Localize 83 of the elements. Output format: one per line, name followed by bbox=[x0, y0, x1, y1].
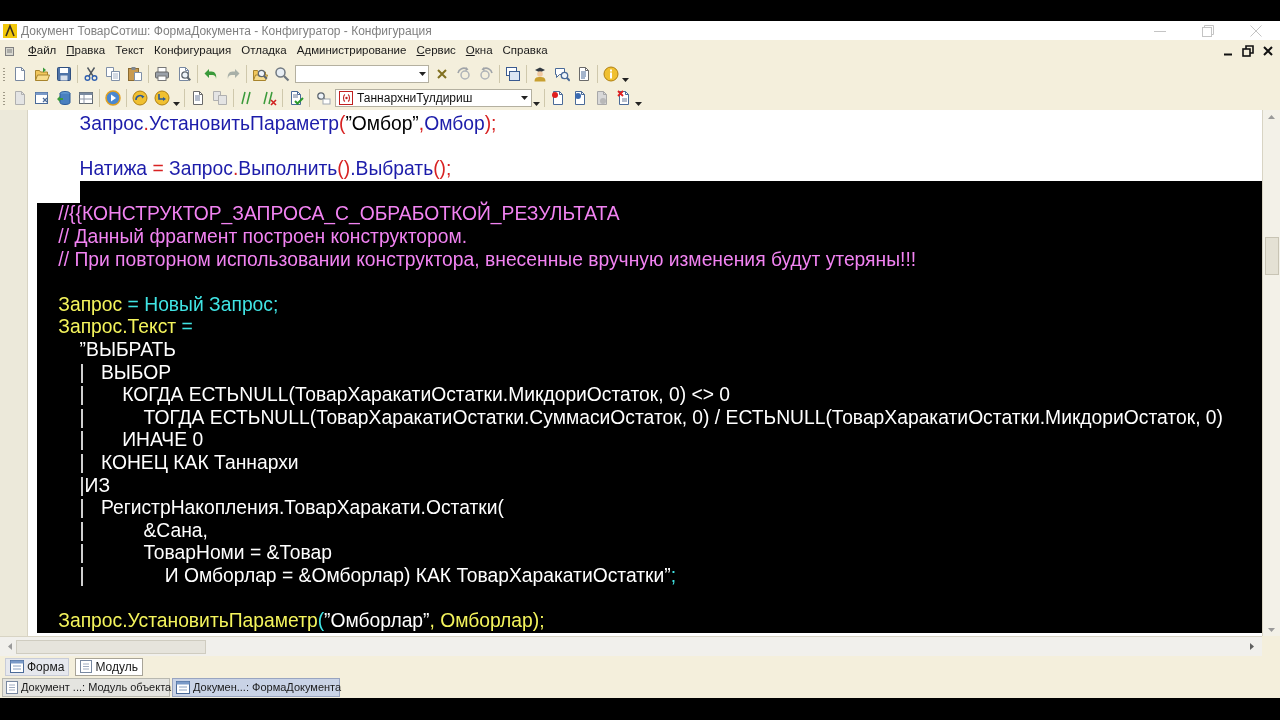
menu-item[interactable]: Справка bbox=[497, 41, 553, 61]
menu-item[interactable]: Сервис bbox=[411, 41, 461, 61]
document-menu-icon[interactable] bbox=[5, 46, 14, 56]
menu-item[interactable]: Окна bbox=[460, 41, 498, 61]
arrow-circle-icon[interactable] bbox=[154, 90, 170, 106]
code-line: ”ВЫБРАТЬ bbox=[79, 338, 176, 360]
menu-item[interactable]: Отладка bbox=[236, 41, 292, 61]
code-line: |ИЗ bbox=[79, 474, 111, 496]
table-icon[interactable] bbox=[78, 90, 94, 106]
dropdown-caret-icon[interactable] bbox=[635, 102, 642, 106]
page-check-icon[interactable] bbox=[288, 90, 304, 106]
app-icon bbox=[3, 23, 17, 38]
menu-item[interactable]: Администрирование bbox=[291, 41, 412, 61]
menu-item[interactable]: Текст bbox=[110, 41, 150, 61]
tab[interactable]: Форма bbox=[5, 657, 70, 676]
window-icon[interactable] bbox=[34, 90, 50, 106]
window-tab[interactable]: Документ ...: Модуль объекта bbox=[2, 678, 170, 697]
magnifier-icon[interactable] bbox=[315, 90, 331, 106]
printer-icon[interactable] bbox=[154, 66, 170, 82]
text-document-icon[interactable] bbox=[190, 90, 206, 106]
grip-icon bbox=[3, 66, 7, 82]
page-marker-icon[interactable] bbox=[550, 90, 566, 106]
close-icon[interactable] bbox=[1263, 46, 1273, 56]
notes-icon[interactable] bbox=[576, 66, 592, 82]
code-line: | КОГДА ЕСТЬNULL(ТоварХаракатиОстатки.МикдориОстаток, 0) <> 0 bbox=[79, 384, 730, 406]
function-icon bbox=[339, 91, 353, 105]
scissors-icon[interactable] bbox=[83, 66, 99, 82]
speech-bubble-icon[interactable] bbox=[554, 66, 570, 82]
dropdown-caret-icon[interactable] bbox=[419, 72, 426, 76]
code-line: | &Сана, bbox=[79, 519, 208, 541]
person-icon[interactable] bbox=[532, 66, 548, 82]
window-tab[interactable]: Докумен...: ФормаДокумента bbox=[172, 678, 340, 697]
arrow-circle-icon[interactable] bbox=[132, 90, 148, 106]
code-line: | И Омборлар = &Омборлар) КАК ТоварХаракатиОстатки”; bbox=[79, 564, 677, 586]
search-icon[interactable] bbox=[274, 66, 290, 82]
code-line: Запрос.УстановитьПараметр(”Омборлар”, Омборлар); bbox=[58, 610, 545, 632]
dropdown-caret-icon[interactable] bbox=[622, 78, 629, 82]
code-line: | ТоварНоми = &Товар bbox=[79, 542, 332, 564]
clipboard-icon[interactable] bbox=[127, 66, 143, 82]
module-icon bbox=[6, 681, 18, 694]
scroll-left-icon[interactable] bbox=[8, 643, 12, 650]
procedure-field[interactable]: ТаннархниТулдириш bbox=[335, 89, 532, 107]
slashes-cross-icon[interactable] bbox=[261, 90, 277, 106]
scroll-thumb[interactable] bbox=[16, 639, 206, 654]
tab[interactable]: Модуль bbox=[75, 657, 143, 676]
new-document-icon[interactable] bbox=[12, 66, 28, 82]
open-folder-icon[interactable] bbox=[34, 66, 50, 82]
form-icon bbox=[10, 660, 24, 673]
scroll-right-icon[interactable] bbox=[1250, 643, 1254, 650]
page-delete-icon[interactable] bbox=[616, 90, 632, 106]
windows-icon[interactable] bbox=[505, 66, 521, 82]
search-field[interactable] bbox=[295, 65, 429, 83]
menu-item[interactable]: Конфигурация bbox=[149, 41, 237, 61]
code-line: Натижа = Запрос.Выполнить().Выбрать(); bbox=[79, 158, 452, 180]
page-marker-icon[interactable] bbox=[572, 90, 588, 106]
code-line: | РегистрНакопления.ТоварХаракати.Остатки( bbox=[79, 497, 504, 519]
code-line: Запрос.Текст = bbox=[58, 316, 193, 338]
code-line: Запрос.УстановитьПараметр(”Омбор”,Омбор); bbox=[79, 113, 497, 134]
vertical-scrollbar[interactable] bbox=[1262, 110, 1280, 636]
grip-icon bbox=[3, 90, 7, 106]
restore-icon[interactable] bbox=[1242, 45, 1254, 57]
code-line: | КОНЕЦ КАК Таннархи bbox=[79, 451, 299, 473]
window-title: Документ ТоварСотиш: ФормаДокумента - Конфигуратор - Конфигурация bbox=[21, 22, 432, 40]
code-line: | ВЫБОР bbox=[79, 361, 172, 383]
menu-item[interactable]: Правка bbox=[61, 41, 111, 61]
scroll-thumb[interactable] bbox=[1264, 237, 1279, 275]
code-line: Запрос = Новый Запрос; bbox=[58, 293, 279, 315]
scroll-down-icon[interactable] bbox=[1268, 628, 1275, 632]
copy-icon[interactable] bbox=[105, 66, 121, 82]
code-line: | ТОГДА ЕСТЬNULL(ТоварХаракатиОстатки.СуммасиОстаток, 0) / ЕСТЬNULL(ТоварХаракатиОстатки.МикдориОстаток, 0) bbox=[79, 406, 1223, 428]
dropdown-caret-icon[interactable] bbox=[173, 102, 180, 106]
form-icon bbox=[176, 681, 190, 694]
database-icon[interactable] bbox=[56, 90, 72, 106]
code-line: //{{КОНСТРУКТОР_ЗАПРОСА_С_ОБРАБОТКОЙ_РЕЗУЛЬТАТА bbox=[58, 203, 620, 225]
code-line: // При повторном использовании конструктора, внесенные вручную изменения будут утеряны!!! bbox=[58, 248, 917, 270]
code-line: | ИНАЧЕ 0 bbox=[79, 429, 204, 451]
horizontal-scrollbar[interactable] bbox=[0, 636, 1262, 656]
play-icon[interactable] bbox=[105, 90, 121, 106]
scroll-up-icon[interactable] bbox=[1268, 115, 1275, 119]
module-icon bbox=[80, 660, 93, 673]
code-line: // Данный фрагмент построен конструктором. bbox=[58, 225, 468, 247]
print-preview-icon[interactable] bbox=[176, 66, 192, 82]
menu-item[interactable]: Файл bbox=[23, 41, 62, 61]
